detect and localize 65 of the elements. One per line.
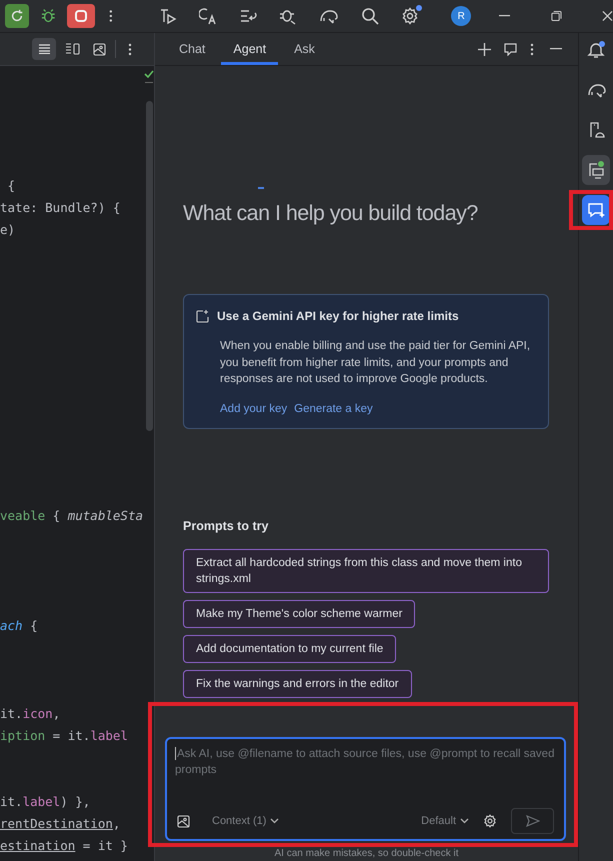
code-line: iption = it.label [0, 727, 129, 745]
heading: What can I help you build today? [183, 200, 479, 227]
tool-window-button[interactable] [582, 155, 610, 185]
rerun-button[interactable] [5, 4, 29, 28]
split-view-icon[interactable] [66, 43, 80, 55]
more-icon[interactable] [530, 42, 534, 56]
code-line: it.icon, [0, 705, 62, 723]
context-dropdown[interactable]: Context (1) [212, 812, 280, 830]
lines-icon [38, 44, 50, 54]
prompt-chip[interactable]: Fix the warnings and errors in the editor [183, 670, 412, 698]
code-line: { [6, 177, 16, 195]
settings-icon [401, 7, 420, 25]
chat-icon[interactable] [504, 42, 517, 56]
prompt-chip[interactable]: Add documentation to my current file [183, 634, 396, 663]
code-line: tate: Bundle?) { [0, 199, 122, 217]
bug-icon[interactable] [40, 8, 56, 24]
send-button[interactable] [511, 808, 554, 834]
restore-icon[interactable] [551, 10, 562, 22]
search-icon[interactable] [361, 7, 380, 25]
chevron-down-icon [270, 818, 280, 824]
code-line: e) [0, 221, 16, 239]
ai-chat-icon [586, 200, 606, 220]
mode-dropdown[interactable]: Default [421, 812, 469, 830]
close-icon[interactable] [602, 10, 613, 22]
add-icon[interactable] [478, 42, 491, 56]
design-view-icon[interactable] [93, 42, 106, 56]
image-icon[interactable] [177, 814, 190, 828]
run-tests-icon[interactable] [159, 7, 178, 25]
more-icon[interactable] [128, 42, 132, 56]
translate-icon[interactable] [199, 7, 218, 25]
disclaimer: AI can make mistakes, so double-check it [274, 848, 460, 860]
notifications-icon [586, 40, 606, 60]
tab[interactable]: Ask [282, 33, 327, 65]
code-view-button[interactable] [32, 38, 56, 60]
code-line: rentDestination, [0, 815, 122, 833]
chevron-down-icon [460, 818, 469, 824]
settings-icon[interactable] [483, 814, 497, 828]
code-line: veable { mutableSta [0, 507, 142, 525]
highlight-frame [569, 190, 613, 230]
send-icon [526, 815, 540, 827]
device-monitor-icon [586, 160, 606, 180]
more-icon[interactable] [108, 9, 112, 23]
notice-text: When you enable billing and use the paid tier for Gemini API, you benefit from higher rate limits, and your prompts and responses are not used to improve Google products. [220, 339, 532, 388]
tab[interactable]: Agent [221, 33, 278, 65]
link[interactable]: Add your key [220, 400, 288, 418]
code-line: it.label) }, [0, 793, 92, 811]
refresh-icon [10, 9, 24, 23]
loading-mark [258, 187, 264, 189]
minimize-icon[interactable] [499, 15, 510, 17]
minimize-icon[interactable] [550, 48, 562, 50]
prompt-chip[interactable]: Extract all hardcoded strings from this class and move them into strings.xml [183, 548, 549, 593]
tab[interactable]: Chat [167, 33, 218, 65]
stop-button[interactable] [67, 4, 95, 28]
check-icon [144, 70, 154, 78]
section-title: Prompts to try [183, 518, 270, 535]
scrollbar[interactable] [146, 101, 152, 431]
avatar[interactable]: R [451, 6, 472, 26]
notice-title: Use a Gemini API key for higher rate limits [217, 308, 459, 326]
code-line: ach { [0, 617, 39, 635]
sparkle-chat-icon [196, 310, 209, 323]
link[interactable]: Generate a key [294, 400, 373, 418]
tool-window-button[interactable] [582, 195, 610, 225]
code-line: estination = it } [0, 837, 129, 855]
settings-button[interactable] [401, 7, 420, 25]
prompt-chip[interactable]: Make my Theme's color scheme warmer [183, 600, 416, 628]
